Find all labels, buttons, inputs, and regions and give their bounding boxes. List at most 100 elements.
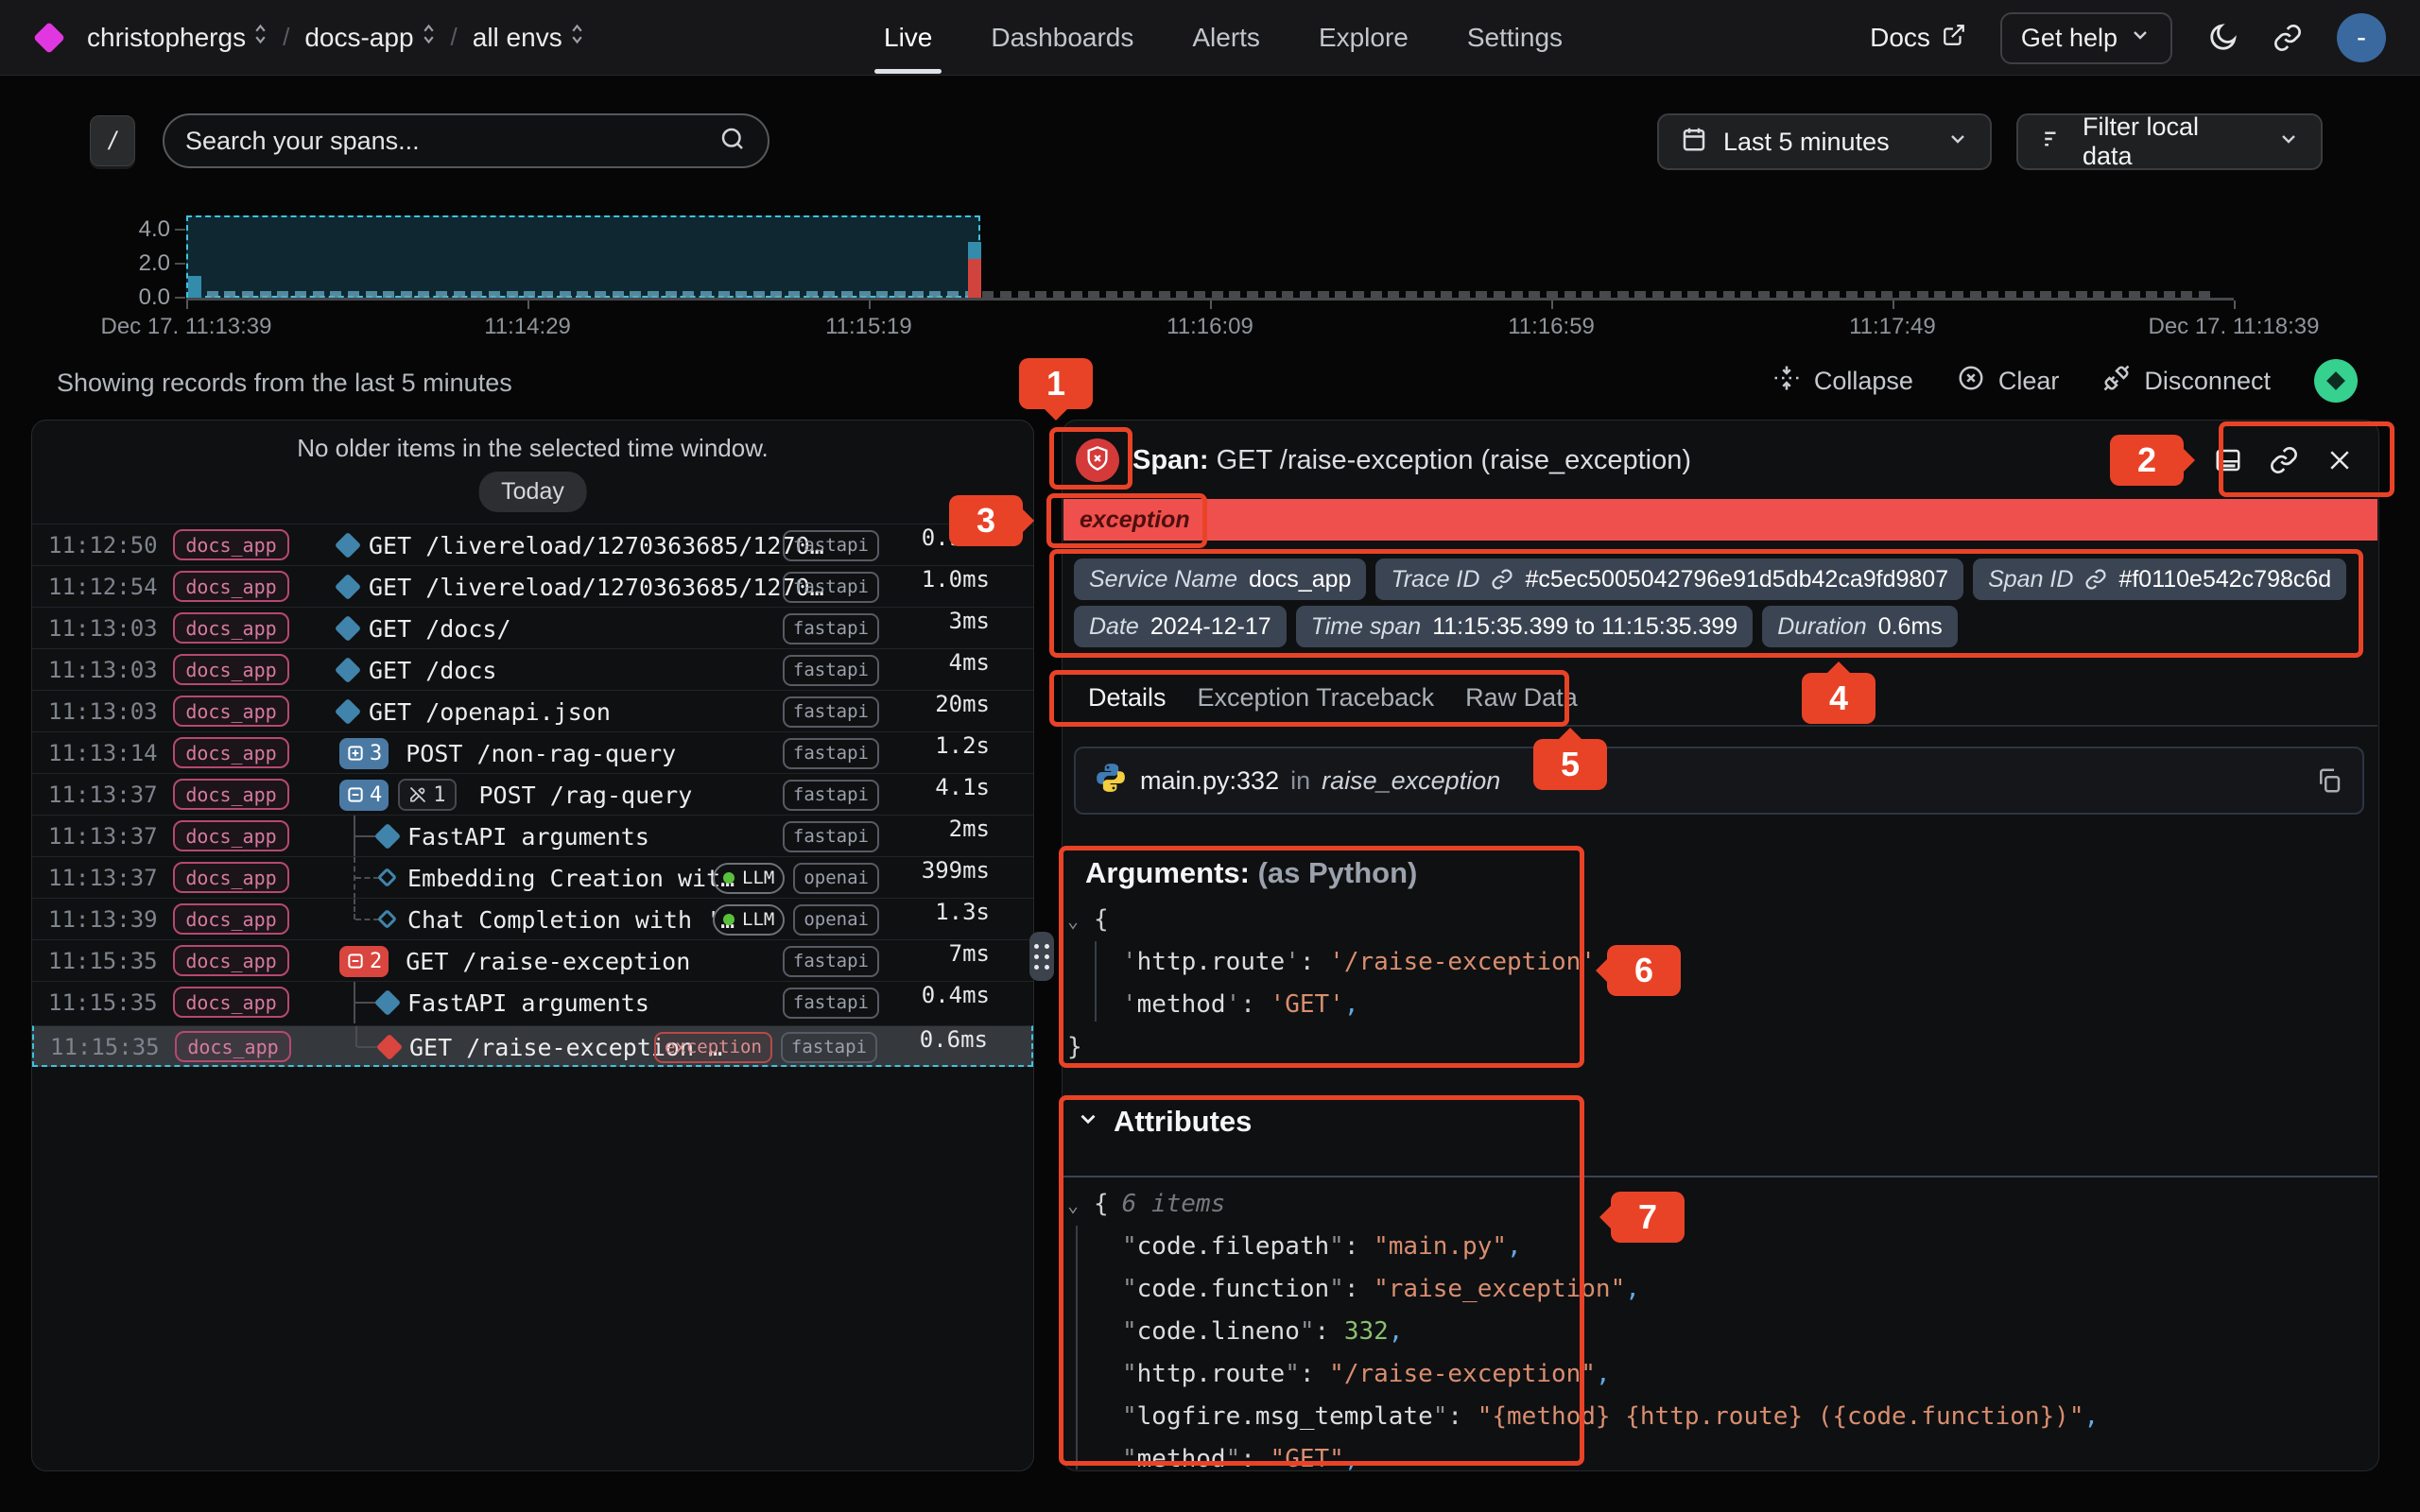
collapse-chevron-icon[interactable]: ⌄: [1067, 900, 1094, 942]
service-badge: docs_app: [173, 779, 289, 810]
dock-panel-icon[interactable]: [2214, 446, 2242, 474]
histogram-mini-bar: [1371, 291, 1382, 298]
span-timestamp: 11:13:39: [48, 899, 158, 940]
close-icon[interactable]: [2325, 446, 2354, 474]
logfire-logo-icon[interactable]: [33, 22, 65, 54]
span-row[interactable]: 11:13:37docs_appFastAPI argumentsfastapi…: [32, 815, 1033, 856]
histogram-mini-bar: [2111, 291, 2122, 298]
meta-pill-trace-id[interactable]: Trace ID#c5ec5005042796e91d5db42ca9fd980…: [1375, 558, 1963, 600]
breadcrumb-project[interactable]: docs-app: [304, 21, 435, 54]
clear-button[interactable]: Clear: [1957, 364, 2060, 399]
code-token: ": [1122, 1275, 1137, 1303]
span-row[interactable]: 11:15:35docs_appGET /raise-exception …ex…: [32, 1025, 1033, 1067]
tech-tag: openai: [793, 863, 879, 894]
tag-label: fastapi: [793, 618, 869, 639]
histogram-mini-bar: [383, 291, 394, 298]
span-row[interactable]: 11:13:39docs_appChat Completion with '…L…: [32, 898, 1033, 939]
meta-pill-span-id[interactable]: Span ID#f0110e542c798c6d: [1973, 558, 2346, 600]
span-kind-diamond-icon: [335, 615, 361, 642]
time-range-button[interactable]: Last 5 minutes: [1657, 113, 1992, 170]
span-row[interactable]: 11:15:35docs_app2GET /raise-exceptionfas…: [32, 939, 1033, 981]
code-line: }: [1063, 1026, 2375, 1069]
calendar-icon: [1680, 125, 1708, 160]
copy-link-icon[interactable]: [2269, 445, 2299, 475]
nav-item-alerts[interactable]: Alerts: [1192, 0, 1260, 76]
code-token: code.lineno: [1137, 1317, 1300, 1346]
span-main: GET /openapi.json: [337, 691, 611, 732]
span-timestamp: 11:12:50: [48, 524, 158, 566]
share-link-icon[interactable]: [2273, 23, 2303, 53]
chevron-updown-icon: [422, 21, 436, 54]
y-axis-tick: [175, 229, 185, 231]
span-row[interactable]: 11:13:37docs_appEmbedding Creation wit…L…: [32, 856, 1033, 898]
tag-label: fastapi: [793, 701, 869, 722]
histogram-mini-bar: [770, 291, 782, 298]
collapse-icon: [1772, 364, 1801, 399]
child-count-badge[interactable]: 4: [339, 780, 389, 811]
code-line: "http.route": "/raise-exception",: [1063, 1353, 2375, 1396]
span-kind-hollow-diamond-icon: [377, 909, 397, 929]
service-badge: docs_app: [173, 987, 289, 1018]
breadcrumb-org[interactable]: christophergs: [87, 21, 268, 54]
source-location[interactable]: main.py:332 in raise_exception: [1074, 747, 2364, 815]
docs-link[interactable]: Docs: [1870, 23, 1966, 54]
histogram-mini-bar: [718, 291, 730, 298]
avatar[interactable]: -: [2337, 13, 2386, 62]
span-row[interactable]: 11:12:54docs_appGET /livereload/12703636…: [32, 565, 1033, 607]
span-row[interactable]: 11:13:03docs_appGET /docs/fastapi3ms: [32, 607, 1033, 648]
span-row[interactable]: 11:12:50docs_appGET /livereload/12703636…: [32, 524, 1033, 565]
breadcrumb-env[interactable]: all envs: [473, 21, 584, 54]
nav-right: Docs Get help -: [1870, 0, 2386, 76]
tab-details[interactable]: Details: [1088, 683, 1167, 713]
service-badge: docs_app: [173, 945, 289, 976]
get-help-button[interactable]: Get help: [2000, 12, 2172, 64]
disconnect-button[interactable]: Disconnect: [2102, 364, 2271, 399]
span-row[interactable]: 11:13:03docs_appGET /docsfastapi4ms: [32, 648, 1033, 690]
chart-plot-area[interactable]: [186, 213, 2234, 298]
histogram-mini-bar: [630, 291, 641, 298]
tech-tag: fastapi: [783, 572, 879, 603]
code-token: {: [1094, 905, 1109, 934]
tech-tag: fastapi: [783, 530, 879, 561]
span-row[interactable]: 11:15:35docs_appFastAPI argumentsfastapi…: [32, 981, 1033, 1022]
histogram-mini-bar: [1512, 291, 1523, 298]
x-axis-tick: [2234, 301, 2236, 309]
copy-icon[interactable]: [2315, 766, 2343, 795]
tab-exception-traceback[interactable]: Exception Traceback: [1198, 683, 1435, 713]
nav-item-live[interactable]: Live: [884, 0, 932, 76]
histogram-mini-bar: [507, 291, 518, 298]
span-timestamp: 11:13:03: [48, 649, 158, 691]
time-selection[interactable]: [186, 215, 980, 298]
panel-resize-handle[interactable]: [1029, 932, 1054, 981]
attributes-heading[interactable]: Attributes: [1076, 1105, 1252, 1139]
live-status-indicator[interactable]: [2314, 359, 2358, 403]
span-timestamp: 11:12:54: [48, 566, 158, 608]
span-row[interactable]: 11:13:14docs_app3POST /non-rag-queryfast…: [32, 731, 1033, 773]
span-title: Span: GET /raise-exception (raise_except…: [1132, 445, 1691, 476]
span-row[interactable]: 11:13:03docs_appGET /openapi.jsonfastapi…: [32, 690, 1033, 731]
nav-item-dashboards[interactable]: Dashboards: [991, 0, 1133, 76]
child-count-badge[interactable]: 2: [339, 946, 389, 977]
span-row[interactable]: 11:13:37docs_app41POST /rag-queryfastapi…: [32, 773, 1033, 815]
tech-tag: fastapi: [783, 738, 879, 769]
histogram-mini-bar: [912, 291, 924, 298]
filter-local-data-button[interactable]: Filter local data: [2016, 113, 2323, 170]
nav-item-settings[interactable]: Settings: [1467, 0, 1563, 76]
breadcrumb: christophergs / docs-app / all envs: [87, 21, 584, 54]
code-token: ': [1122, 990, 1137, 1019]
histogram-mini-bar: [436, 291, 447, 298]
histogram-mini-bar: [613, 291, 624, 298]
tab-raw-data[interactable]: Raw Data: [1465, 683, 1578, 713]
docs-label: Docs: [1870, 23, 1930, 53]
annotation-callout-1: 1: [1019, 358, 1093, 409]
search-input[interactable]: [185, 127, 718, 156]
child-count-badge[interactable]: 3: [339, 738, 389, 769]
histogram-mini-bar: [1740, 291, 1752, 298]
tag-label: fastapi: [793, 535, 869, 556]
dark-mode-toggle-icon[interactable]: [2206, 22, 2238, 54]
collapse-button[interactable]: Collapse: [1772, 364, 1913, 399]
span-tags: exceptionfastapi: [654, 1031, 877, 1063]
nav-item-explore[interactable]: Explore: [1319, 0, 1409, 76]
collapse-chevron-icon[interactable]: ⌄: [1067, 1184, 1094, 1227]
today-pill[interactable]: Today: [478, 472, 587, 512]
